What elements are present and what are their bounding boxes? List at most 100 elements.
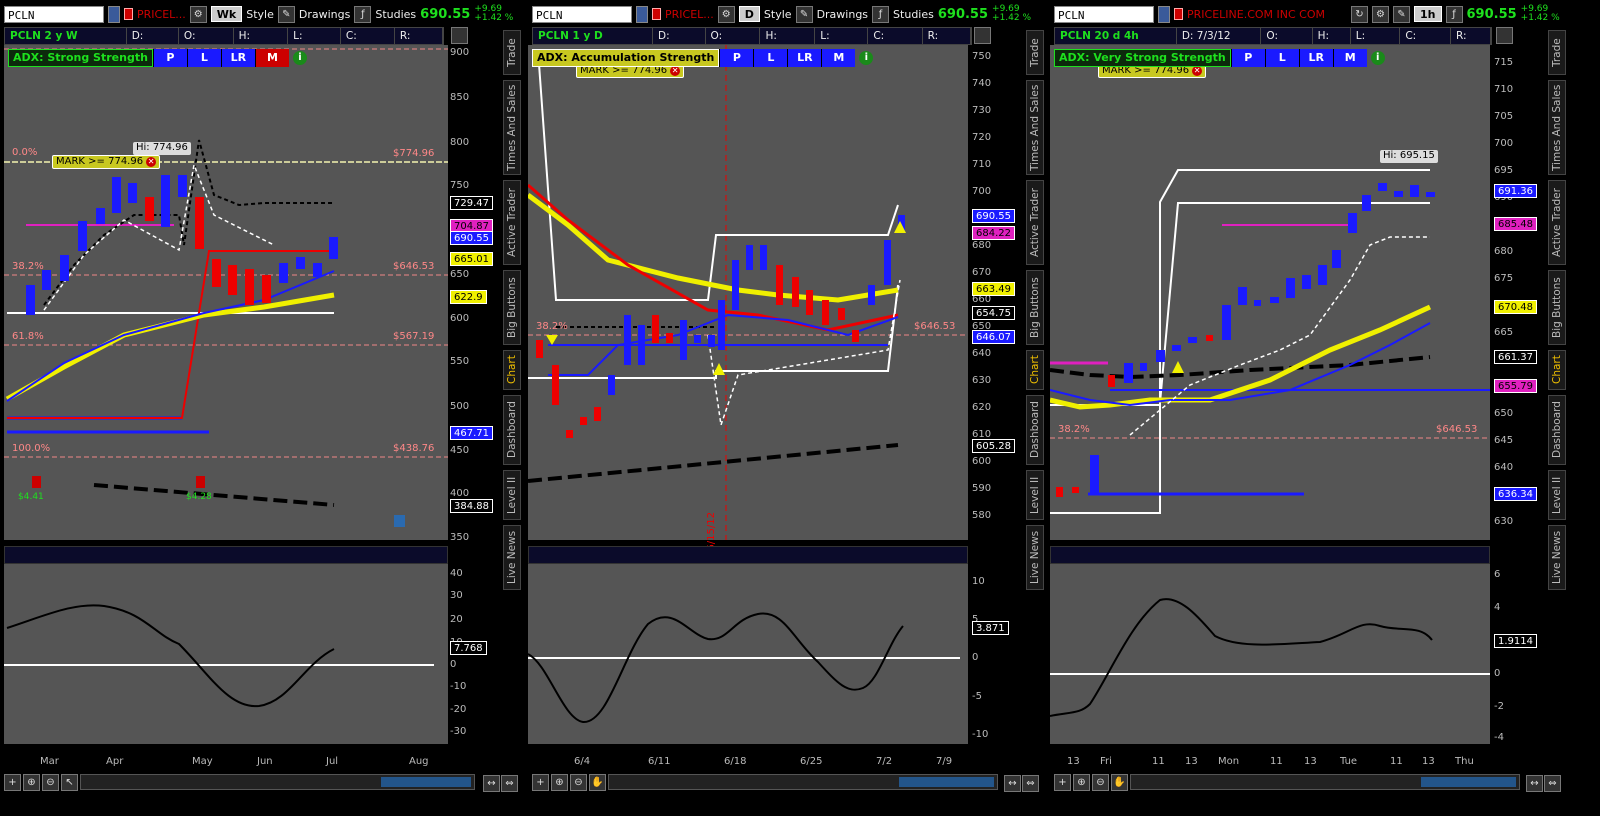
collapse-icon[interactable]: ⇔ (1022, 775, 1039, 792)
tab-big-buttons[interactable]: Big Buttons (1548, 270, 1566, 345)
drawings-menu[interactable]: Drawings (299, 8, 350, 21)
chart-scrollbar[interactable] (608, 774, 998, 790)
zoom-out-icon[interactable]: ⊖ (42, 773, 59, 791)
l-button[interactable]: L (753, 48, 788, 67)
chart-scrollbar[interactable] (80, 774, 475, 790)
chart-settings-icon[interactable] (451, 27, 468, 44)
symbol-dropdown[interactable] (1158, 5, 1170, 23)
pointer-icon[interactable]: ↖ (61, 773, 78, 791)
lower-study-chart[interactable] (528, 564, 968, 744)
tab-times-and-sales[interactable]: Times And Sales (1548, 80, 1566, 175)
studies-menu[interactable]: Studies (893, 8, 934, 21)
symbol-dropdown[interactable] (636, 5, 648, 23)
tab-big-buttons[interactable]: Big Buttons (1026, 270, 1044, 345)
studies-menu[interactable]: Studies (375, 8, 416, 21)
drawings-icon[interactable]: ✎ (795, 5, 813, 23)
tab-dashboard[interactable]: Dashboard (503, 395, 521, 465)
m-button[interactable]: M (821, 48, 856, 67)
tab-times-and-sales[interactable]: Times And Sales (1026, 80, 1044, 175)
drawings-menu[interactable]: Drawings (817, 8, 868, 21)
drawings-icon[interactable]: ✎ (1393, 5, 1410, 23)
tab-live-news[interactable]: Live News (1548, 525, 1566, 590)
price-axis[interactable]: 715 710 705 700 695 690 685 680 675 670 … (1494, 45, 1546, 540)
style-icon[interactable]: ⚙ (717, 5, 735, 23)
lower-study-chart[interactable] (4, 564, 448, 744)
price-chart[interactable] (4, 45, 448, 540)
chart-settings-icon[interactable] (974, 27, 991, 44)
tab-active-trader[interactable]: Active Trader (1548, 180, 1566, 265)
expand-icon[interactable]: ↔ (1004, 775, 1021, 792)
aggregation-button[interactable]: Wk (210, 6, 243, 22)
studies-icon[interactable]: ƒ (354, 5, 372, 23)
info-icon[interactable]: i (292, 50, 307, 65)
price-axis[interactable]: 900 850 800 750 700 650 600 550 500 450 … (450, 45, 498, 543)
tab-active-trader[interactable]: Active Trader (1026, 180, 1044, 265)
aggregation-button[interactable]: D (738, 6, 760, 22)
link-color-icon[interactable] (124, 8, 133, 20)
style-menu[interactable]: Style (764, 8, 792, 21)
tab-trade[interactable]: Trade (503, 30, 521, 75)
lower-study-chart[interactable] (1050, 564, 1490, 744)
price-axis[interactable]: 750 740 730 720 710 700 690 680 670 660 … (972, 45, 1024, 540)
tab-trade[interactable]: Trade (1548, 30, 1566, 75)
tab-chart[interactable]: Chart (1026, 350, 1044, 390)
refresh-icon[interactable]: ↻ (1351, 5, 1368, 23)
tab-live-news[interactable]: Live News (503, 525, 521, 590)
time-axis[interactable]: 6/4 6/11 6/18 6/25 7/2 7/9 (528, 756, 968, 770)
zoom-in-icon[interactable]: ⊕ (551, 773, 568, 791)
info-icon[interactable]: i (859, 50, 874, 65)
lr-button[interactable]: LR (787, 48, 822, 67)
tab-level-ii[interactable]: Level II (503, 470, 521, 520)
zoom-in-icon[interactable]: ⊕ (23, 773, 40, 791)
zoom-out-icon[interactable]: ⊖ (570, 773, 587, 791)
lr-button[interactable]: LR (220, 48, 255, 67)
close-icon[interactable]: ✕ (146, 157, 157, 167)
tab-dashboard[interactable]: Dashboard (1548, 395, 1566, 465)
aggregation-button[interactable]: 1h (1414, 6, 1442, 22)
chart-scrollbar[interactable] (1130, 774, 1520, 790)
crosshair-icon[interactable]: + (532, 773, 549, 791)
crosshair-icon[interactable]: + (4, 773, 21, 791)
tab-dashboard[interactable]: Dashboard (1026, 395, 1044, 465)
drawings-icon[interactable]: ✎ (277, 5, 295, 23)
tab-big-buttons[interactable]: Big Buttons (503, 270, 521, 345)
chart-settings-icon[interactable] (1496, 27, 1513, 44)
zoom-out-icon[interactable]: ⊖ (1092, 773, 1109, 791)
hand-icon[interactable]: ✋ (1111, 773, 1128, 791)
tab-level-ii[interactable]: Level II (1548, 470, 1566, 520)
symbol-input[interactable]: PCLN (4, 5, 104, 23)
time-axis[interactable]: Mar Apr May Jun Jul Aug (4, 756, 448, 770)
tab-live-news[interactable]: Live News (1026, 525, 1044, 590)
tab-chart[interactable]: Chart (1548, 350, 1566, 390)
hand-icon[interactable]: ✋ (589, 773, 606, 791)
zoom-in-icon[interactable]: ⊕ (1073, 773, 1090, 791)
time-axis[interactable]: 13 Fri 11 13 Mon 11 13 Tue 11 13 Thu (1050, 756, 1490, 770)
symbol-input[interactable]: PCLN (1054, 5, 1154, 23)
l-button[interactable]: L (186, 48, 221, 67)
link-color-icon[interactable] (652, 8, 661, 20)
mark-alert[interactable]: MARK >= 774.96 ✕ (52, 155, 161, 169)
close-icon[interactable]: ✕ (670, 66, 681, 76)
style-menu[interactable]: Style (246, 8, 274, 21)
symbol-input[interactable]: PCLN (532, 5, 632, 23)
style-icon[interactable]: ⚙ (189, 5, 207, 23)
studies-icon[interactable]: ƒ (1445, 5, 1463, 23)
crosshair-icon[interactable]: + (1054, 773, 1071, 791)
tab-times-and-sales[interactable]: Times And Sales (503, 80, 521, 175)
collapse-icon[interactable]: ⇔ (501, 775, 518, 792)
tab-chart[interactable]: Chart (503, 350, 521, 390)
collapse-icon[interactable]: ⇔ (1544, 775, 1561, 792)
price-chart[interactable] (1050, 45, 1490, 540)
info-icon[interactable]: i (1370, 50, 1385, 65)
p-button[interactable]: P (152, 48, 187, 67)
l-button[interactable]: L (1264, 48, 1299, 67)
lr-button[interactable]: LR (1298, 48, 1333, 67)
expand-icon[interactable]: ↔ (483, 775, 500, 792)
tab-trade[interactable]: Trade (1026, 30, 1044, 75)
p-button[interactable]: P (1230, 48, 1265, 67)
symbol-dropdown[interactable] (108, 5, 120, 23)
close-icon[interactable]: ✕ (1192, 66, 1203, 76)
price-chart[interactable] (528, 45, 968, 540)
tab-level-ii[interactable]: Level II (1026, 470, 1044, 520)
m-button[interactable]: M (1332, 48, 1367, 67)
